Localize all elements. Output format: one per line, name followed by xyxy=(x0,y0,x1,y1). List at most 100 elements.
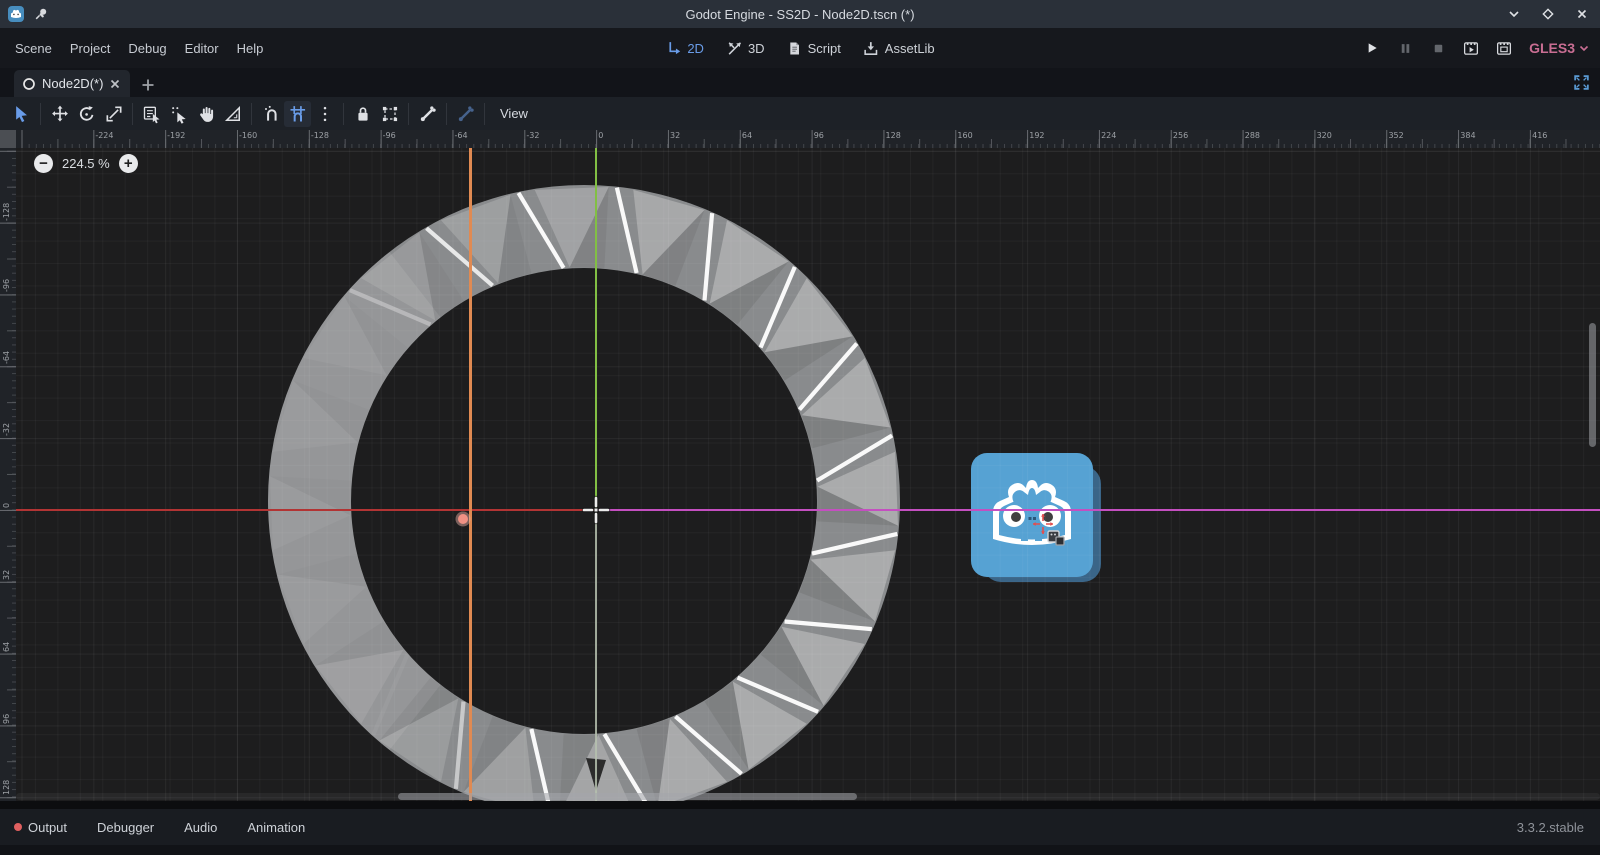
skeleton-options-button[interactable] xyxy=(452,101,479,127)
horizontal-ruler[interactable]: -224 -192 -160 -128 -96 -64 -32 0 32 64 96 128 160 19… xyxy=(16,130,1600,148)
menu-debug[interactable]: Debug xyxy=(119,37,175,60)
workspace-2d-button[interactable]: 2D xyxy=(659,37,710,60)
godot-app-icon xyxy=(7,5,25,23)
output-error-dot xyxy=(14,823,22,831)
ruler-label: -224 xyxy=(95,131,113,140)
scene-tab-bar: Node2D(*) xyxy=(0,68,1600,97)
ruler-label: -128 xyxy=(311,131,329,140)
ruler-label: 384 xyxy=(1460,131,1475,140)
ss2d-ring-shape[interactable] xyxy=(16,148,1600,801)
menu-bar: SceneProjectDebugEditorHelp 2D 3D Script… xyxy=(0,28,1600,68)
canvas-toolbar: View xyxy=(0,97,1600,130)
workspace-assetlib-button[interactable]: AssetLib xyxy=(857,37,941,60)
play-scene-button[interactable] xyxy=(1459,36,1483,60)
ruler-label: 256 xyxy=(1173,131,1188,140)
view-menu-button[interactable]: View xyxy=(490,102,538,125)
scene-tab-node2d[interactable]: Node2D(*) xyxy=(14,70,130,97)
zoom-percentage[interactable]: 224.5 % xyxy=(62,156,110,171)
scale-tool-button[interactable] xyxy=(100,101,127,127)
snap-options-button[interactable] xyxy=(311,101,338,127)
ruler-label: 64 xyxy=(742,131,752,140)
horizontal-scrollbar-thumb[interactable] xyxy=(398,793,857,800)
ruler-label: 192 xyxy=(1029,131,1044,140)
ruler-label: 32 xyxy=(670,131,680,140)
ruler-label: -64 xyxy=(455,131,468,140)
ruler-tool-button[interactable] xyxy=(219,101,246,127)
toolbar-separator xyxy=(132,103,133,125)
snap-select-tool-button[interactable] xyxy=(165,101,192,127)
ruler-label: 128 xyxy=(886,131,901,140)
ruler-label: 352 xyxy=(1388,131,1403,140)
bottom-tab-debugger[interactable]: Debugger xyxy=(97,820,154,835)
smart-snap-button[interactable] xyxy=(257,101,284,127)
window-close-button[interactable] xyxy=(1572,4,1592,24)
main-menus: SceneProjectDebugEditorHelp xyxy=(0,37,272,60)
grid-snap-button[interactable] xyxy=(284,101,311,127)
ruler-label: 416 xyxy=(1532,131,1547,140)
move-tool-button[interactable] xyxy=(46,101,73,127)
workspace-switcher: 2D 3D Script AssetLib xyxy=(659,37,940,60)
group-object-button[interactable] xyxy=(376,101,403,127)
renderer-dropdown[interactable]: GLES3 xyxy=(1529,40,1590,56)
lock-object-button[interactable] xyxy=(349,101,376,127)
toolbar-separator xyxy=(408,103,409,125)
ruler-label: -96 xyxy=(383,131,396,140)
window-minimize-button[interactable] xyxy=(1504,4,1524,24)
vertical-scrollbar-thumb[interactable] xyxy=(1589,323,1596,447)
menu-scene[interactable]: Scene xyxy=(6,37,61,60)
ruler-label: -192 xyxy=(167,131,185,140)
zoom-in-button[interactable]: + xyxy=(119,154,138,173)
menu-editor[interactable]: Editor xyxy=(176,37,228,60)
menu-project[interactable]: Project xyxy=(61,37,119,60)
zoom-out-button[interactable]: − xyxy=(34,154,53,173)
panel-seam xyxy=(0,801,1600,809)
play-button[interactable] xyxy=(1360,36,1384,60)
pan-tool-button[interactable] xyxy=(192,101,219,127)
bottom-tab-audio[interactable]: Audio xyxy=(184,820,217,835)
select-tool-button[interactable] xyxy=(8,101,35,127)
playback-controls: GLES3 xyxy=(1360,36,1590,60)
engine-version-label: 3.3.2.stable xyxy=(1517,820,1584,835)
toolbar-separator xyxy=(343,103,344,125)
toolbar-separator xyxy=(484,103,485,125)
workspace-3d-button[interactable]: 3D xyxy=(720,37,771,60)
ruler-label: 128 xyxy=(2,780,11,795)
2d-viewport-canvas[interactable]: − 224.5 % + xyxy=(16,148,1600,801)
ruler-label: 320 xyxy=(1317,131,1332,140)
bottom-tab-animation[interactable]: Animation xyxy=(247,820,305,835)
tab-close-icon[interactable] xyxy=(109,78,121,90)
ruler-label: 224 xyxy=(1101,131,1116,140)
ruler-label: 0 xyxy=(598,131,603,140)
pause-button[interactable] xyxy=(1393,36,1417,60)
ruler-label: 96 xyxy=(814,131,824,140)
drag-cursor-icon xyxy=(1046,527,1066,547)
bottom-tab-output[interactable]: Output xyxy=(14,820,67,835)
window-maximize-button[interactable] xyxy=(1538,4,1558,24)
ruler-label: -160 xyxy=(239,131,257,140)
rotate-tool-button[interactable] xyxy=(73,101,100,127)
ruler-label: 0 xyxy=(2,503,11,508)
ruler-label: 160 xyxy=(957,131,972,140)
distraction-free-mode-icon[interactable] xyxy=(1573,74,1590,91)
list-select-tool-button[interactable] xyxy=(138,101,165,127)
ruler-label: -32 xyxy=(526,131,539,140)
window-bottom-strip xyxy=(0,845,1600,855)
play-custom-scene-button[interactable] xyxy=(1492,36,1516,60)
title-bar: Godot Engine - SS2D - Node2D.tscn (*) xyxy=(0,0,1600,28)
ruler-label: 32 xyxy=(2,570,11,580)
workspace-script-button[interactable]: Script xyxy=(781,37,847,60)
ruler-label: -64 xyxy=(2,351,11,364)
add-scene-tab-button[interactable] xyxy=(136,73,160,97)
stop-button[interactable] xyxy=(1426,36,1450,60)
node2d-position-gizmo[interactable] xyxy=(581,495,611,525)
menu-help[interactable]: Help xyxy=(228,37,273,60)
toolbar-separator xyxy=(40,103,41,125)
node2d-scene-icon xyxy=(22,77,36,91)
pin-icon[interactable] xyxy=(33,6,49,22)
vertical-ruler[interactable]: -128-96-64-320326496128 xyxy=(0,148,16,801)
toolbar-separator xyxy=(446,103,447,125)
ruler-label: 96 xyxy=(2,713,11,723)
toolbar-separator xyxy=(251,103,252,125)
skeleton-tool-button[interactable] xyxy=(414,101,441,127)
window-title: Godot Engine - SS2D - Node2D.tscn (*) xyxy=(0,7,1600,22)
